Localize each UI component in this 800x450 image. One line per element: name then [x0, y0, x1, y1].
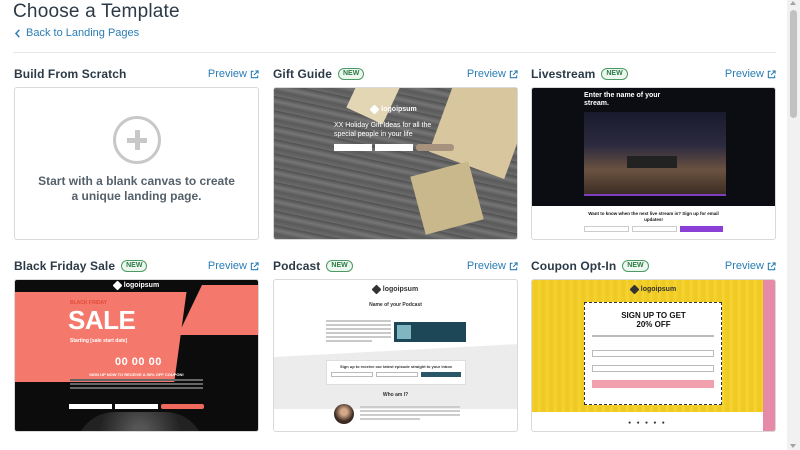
- scroll-up-arrow-icon[interactable]: [790, 1, 796, 5]
- template-title: Podcast: [273, 259, 321, 273]
- sale-start-text: Starting [sale start date]: [70, 338, 128, 344]
- logo: logoipsum: [274, 284, 517, 295]
- podcast-art-image: [397, 325, 411, 339]
- gift-form: [334, 144, 454, 151]
- podcast-title: Name of your Podcast: [369, 302, 422, 308]
- coupon-name-field: [592, 350, 714, 357]
- preview-label: Preview: [724, 68, 764, 80]
- blank-canvas-text: Start with a blank canvas to create a un…: [38, 173, 235, 203]
- template-card-livestream: Livestream NEW Preview Enter the name of…: [531, 66, 776, 240]
- chevron-left-icon: [14, 28, 20, 38]
- template-title: Build From Scratch: [14, 67, 127, 81]
- preview-link[interactable]: Preview: [725, 68, 776, 80]
- gift-overlay: logoipsum XX Holiday Gift Ideas for all …: [334, 104, 454, 151]
- logo-mark-icon: [371, 284, 382, 295]
- host-avatar: [334, 404, 354, 424]
- new-badge: NEW: [601, 68, 628, 80]
- template-title: Black Friday Sale: [14, 259, 116, 273]
- sale-heading: SALE: [68, 305, 136, 335]
- preview-label: Preview: [466, 68, 506, 80]
- coupon-heading: SIGN UP TO GET 20% OFF: [621, 311, 686, 329]
- podcast-signup-form: Sign up to receive our latest episode st…: [326, 360, 466, 385]
- scrollbar-thumb[interactable]: [790, 10, 797, 118]
- logo-mark-icon: [629, 284, 640, 295]
- template-thumbnail-scratch[interactable]: Start with a blank canvas to create a un…: [14, 87, 259, 240]
- new-badge: NEW: [326, 260, 353, 272]
- gift-heading: XX Holiday Gift Ideas for all the specia…: [334, 122, 432, 138]
- livestream-signup: Want to know when the next live stream i…: [532, 206, 775, 232]
- template-thumbnail-black-friday[interactable]: logoipsum BLACK FRIDAY SALE Starting [sa…: [14, 279, 259, 432]
- preview-link[interactable]: Preview: [467, 260, 518, 272]
- podcast-intro-lines: [326, 320, 391, 344]
- logo: logoipsum: [334, 104, 454, 115]
- new-badge: NEW: [338, 68, 365, 80]
- podcast-player: [394, 322, 466, 342]
- template-thumbnail-livestream[interactable]: Enter the name of your stream. Want to k…: [531, 87, 776, 240]
- podcast-form-question: Sign up to receive our latest episode st…: [339, 364, 453, 369]
- plus-circle-icon: [112, 115, 161, 164]
- template-title: Coupon Opt-In: [531, 259, 617, 273]
- template-title: Gift Guide: [273, 67, 332, 81]
- logo-mark-icon: [112, 280, 123, 291]
- coupon-email-field: [592, 365, 714, 372]
- product-image: [75, 412, 205, 431]
- template-thumbnail-coupon[interactable]: logoipsum SIGN UP TO GET 20% OFF ● ● ● ●…: [531, 279, 776, 432]
- countdown: 00 00 00: [115, 356, 162, 368]
- video-player-image: [584, 112, 726, 195]
- coupon-desc-line: [592, 335, 714, 337]
- body-lines: [70, 379, 203, 391]
- logo: logoipsum: [532, 284, 775, 295]
- preview-label: Preview: [207, 260, 247, 272]
- external-link-icon: [250, 69, 259, 78]
- who-am-i-heading: Who am I?: [382, 392, 409, 398]
- scrollbar-track[interactable]: [787, 0, 800, 450]
- signup-form: [69, 404, 204, 409]
- host-bio-lines: [360, 406, 460, 422]
- template-card-gift-guide: Gift Guide NEW Preview logoipsum XX Holi…: [273, 66, 518, 240]
- template-thumbnail-gift-guide[interactable]: logoipsum XX Holiday Gift Ideas for all …: [273, 87, 518, 240]
- external-link-icon: [767, 69, 776, 78]
- pink-strip: [763, 280, 775, 431]
- external-link-icon: [250, 261, 259, 270]
- preview-label: Preview: [724, 260, 764, 272]
- livestream-heading: Enter the name of your stream.: [584, 92, 661, 107]
- preview-link[interactable]: Preview: [208, 68, 259, 80]
- preview-link[interactable]: Preview: [467, 68, 518, 80]
- pink-shape: [178, 285, 258, 335]
- template-card-podcast: Podcast NEW Preview logoipsum Name of yo…: [273, 258, 518, 432]
- preview-label: Preview: [207, 68, 247, 80]
- external-link-icon: [509, 261, 518, 270]
- scroll-down-arrow-icon[interactable]: [790, 444, 796, 448]
- template-title: Livestream: [531, 67, 596, 81]
- keyboard-image: [627, 156, 677, 168]
- template-thumbnail-podcast[interactable]: logoipsum Name of your Podcast Sign up t…: [273, 279, 518, 432]
- preview-link[interactable]: Preview: [725, 260, 776, 272]
- external-link-icon: [509, 69, 518, 78]
- preview-label: Preview: [466, 260, 506, 272]
- video-progress-bar: [584, 194, 726, 196]
- new-badge: NEW: [622, 260, 649, 272]
- logo-mark-icon: [369, 104, 380, 115]
- external-link-icon: [767, 261, 776, 270]
- template-card-black-friday-sale: Black Friday Sale NEW Preview logoipsum …: [14, 258, 259, 432]
- signup-text: SIGN UP NOW TO RECEIVE A 50% OFF COUPON!: [89, 372, 184, 377]
- template-card-build-from-scratch: Build From Scratch Preview Start with a …: [14, 66, 259, 240]
- social-icons: ● ● ● ● ●: [628, 420, 667, 426]
- template-card-coupon-opt-in: Coupon Opt-In NEW Preview logoipsum SIGN…: [531, 258, 776, 432]
- back-to-landing-pages-link[interactable]: Back to Landing Pages: [14, 27, 139, 39]
- header-divider: [13, 52, 776, 53]
- preview-link[interactable]: Preview: [208, 260, 259, 272]
- back-link-label: Back to Landing Pages: [26, 27, 140, 39]
- coupon-submit-button: [592, 380, 714, 388]
- logo: logoipsum: [15, 280, 258, 291]
- page-title: Choose a Template: [13, 1, 180, 22]
- new-badge: NEW: [121, 260, 148, 272]
- livestream-question: Want to know when the next live stream i…: [588, 211, 719, 222]
- gift-box-image: [410, 161, 484, 235]
- livestream-hero: Enter the name of your stream.: [532, 88, 775, 206]
